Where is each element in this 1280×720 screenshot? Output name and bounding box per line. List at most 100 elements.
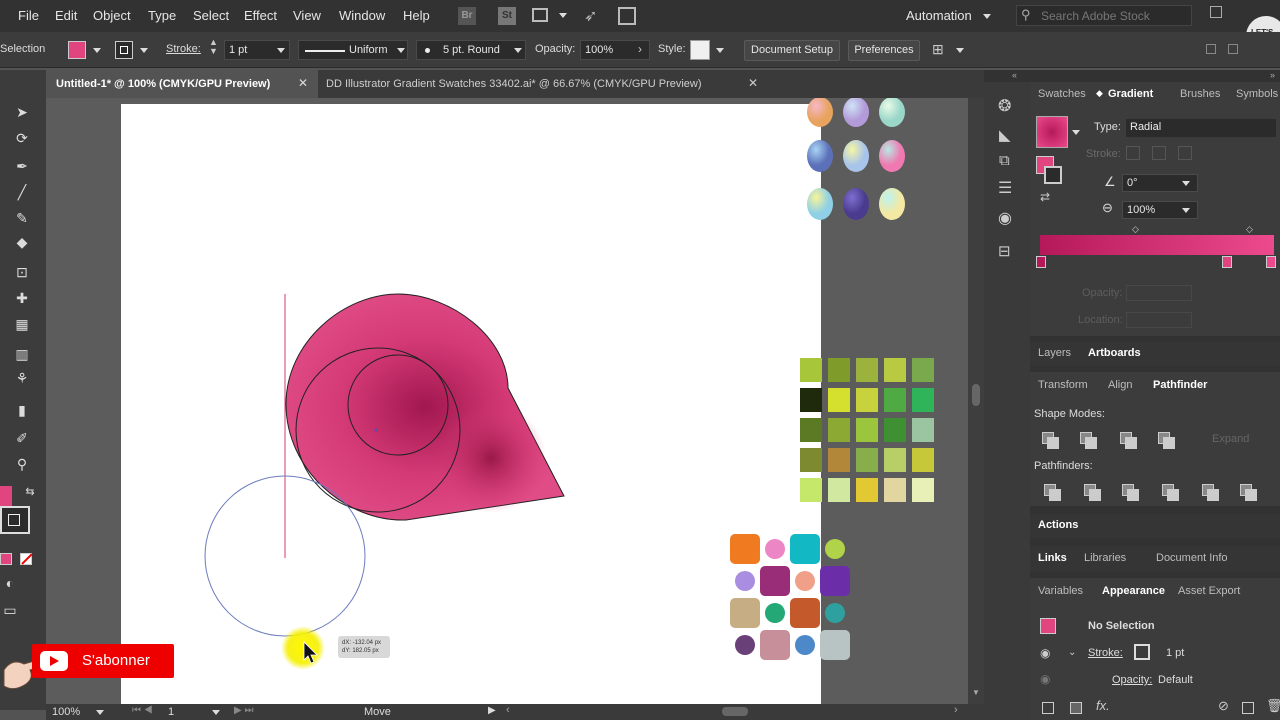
tab-asset-export[interactable]: Asset Export	[1178, 585, 1240, 597]
tab-variables[interactable]: Variables	[1038, 585, 1083, 597]
menu-help[interactable]: Help	[403, 8, 430, 23]
merge-icon[interactable]	[1122, 484, 1139, 501]
color-stop-mid[interactable]	[1222, 256, 1232, 268]
chevron-right-icon[interactable]: ›	[638, 42, 642, 56]
tab-symbols[interactable]: Symbols	[1236, 88, 1278, 100]
graphic-style-swatch[interactable]	[690, 40, 710, 60]
tab-gradient[interactable]: Gradient	[1108, 88, 1153, 100]
divide-icon[interactable]	[1044, 484, 1061, 501]
document-setup-button[interactable]: Document Setup	[744, 40, 840, 61]
panel-menu-icon[interactable]	[1206, 44, 1216, 54]
scroll-thumb[interactable]	[972, 384, 980, 406]
zoom-level[interactable]: 100%	[52, 706, 80, 718]
draw-mode-icon[interactable]: ◐	[0, 575, 20, 591]
add-fill-icon[interactable]	[1070, 702, 1082, 714]
panel-menu-icon[interactable]	[1228, 44, 1238, 54]
tab-actions[interactable]: Actions	[1038, 519, 1078, 531]
gradient-type-select[interactable]: Radial	[1126, 119, 1276, 137]
menu-type[interactable]: Type	[148, 8, 176, 23]
tab-links[interactable]: Links	[1038, 552, 1067, 564]
midpoint-marker[interactable]: ◇	[1132, 224, 1139, 235]
crop-icon[interactable]	[1162, 484, 1179, 501]
tab-align[interactable]: Align	[1108, 379, 1132, 391]
gradient-shape[interactable]	[285, 293, 565, 521]
line-tool-icon[interactable]: ╱	[12, 184, 32, 200]
tab-pathfinder[interactable]: Pathfinder	[1153, 379, 1207, 391]
none-mode-icon[interactable]	[20, 553, 33, 565]
preferences-button[interactable]: Preferences	[848, 40, 920, 61]
stroke-color-box[interactable]	[0, 506, 30, 534]
appearance-stroke-label[interactable]: Stroke:	[1088, 647, 1123, 659]
appearance-stroke-value[interactable]: 1 pt	[1166, 647, 1184, 659]
eyedropper-tool-icon[interactable]: ✐	[12, 430, 32, 446]
tab-brushes[interactable]: Brushes	[1180, 88, 1220, 100]
minus-front-icon[interactable]	[1080, 432, 1097, 449]
outline-icon[interactable]	[1202, 484, 1219, 501]
midpoint-marker[interactable]: ◇	[1246, 224, 1253, 235]
exclude-icon[interactable]	[1158, 432, 1175, 449]
first-artboard-icon[interactable]: ⏮ ◀	[132, 705, 153, 716]
blend-tool-icon[interactable]: ⚘	[12, 370, 32, 386]
paintbrush-tool-icon[interactable]: ✎	[12, 210, 32, 226]
menu-view[interactable]: View	[293, 8, 321, 23]
appearance-icon[interactable]: ⧉	[999, 152, 1010, 169]
align-icon[interactable]: ⊞	[932, 41, 944, 58]
menu-object[interactable]: Object	[93, 8, 131, 23]
appearance-opacity-label[interactable]: Opacity:	[1112, 674, 1152, 686]
tab-untitled-1[interactable]: Untitled-1* @ 100% (CMYK/GPU Preview)	[46, 70, 318, 98]
selection-tool-icon[interactable]: ➤	[12, 104, 32, 120]
gradient-preview-swatch[interactable]	[1036, 116, 1068, 148]
color-stop-end[interactable]	[1266, 256, 1276, 268]
collapse-panels-icon[interactable]: «	[1012, 70, 1017, 80]
menu-effect[interactable]: Effect	[244, 8, 277, 23]
stock-button[interactable]: St	[498, 7, 516, 25]
gpu-performance-icon[interactable]: ➶	[584, 6, 597, 26]
tab-appearance[interactable]: Appearance	[1102, 585, 1165, 597]
menu-window[interactable]: Window	[339, 8, 385, 23]
perspective-grid-tool-icon[interactable]: ▦	[12, 316, 32, 332]
color-stop-start[interactable]	[1036, 256, 1046, 268]
tab-document-info[interactable]: Document Info	[1156, 552, 1228, 564]
publish-icon[interactable]	[618, 7, 636, 25]
add-stroke-icon[interactable]	[1042, 702, 1054, 714]
stock-search-input[interactable]: ⚲ Search Adobe Stock	[1016, 5, 1192, 26]
variable-width-profile[interactable]: Uniform	[298, 40, 408, 60]
brushes-icon[interactable]: ◣	[999, 126, 1011, 144]
puppet-warp-tool-icon[interactable]: ✚	[12, 290, 32, 306]
fill-swatch[interactable]	[68, 41, 86, 59]
stroke-swatch[interactable]	[115, 41, 133, 59]
reverse-gradient-icon[interactable]: ⇄	[1040, 190, 1050, 204]
tab-swatches[interactable]: Swatches	[1038, 88, 1086, 100]
arrange-documents-icon[interactable]	[532, 8, 548, 22]
canvas-area[interactable]: dX: -132.04 px dY: 182.05 px	[46, 98, 968, 704]
scroll-down-icon[interactable]: ▼	[972, 688, 980, 697]
stroke-indicator[interactable]	[1044, 166, 1062, 184]
transparency-icon[interactable]: ◉	[998, 208, 1012, 228]
vertical-scrollbar[interactable]: ▼	[968, 98, 984, 704]
stroke-stepper-icon[interactable]: ▲ ▼	[209, 38, 218, 56]
visibility-eye-icon[interactable]: ◉	[1040, 672, 1050, 686]
color-guide-icon[interactable]: ❂	[998, 96, 1011, 116]
stroke-label[interactable]: Stroke:	[166, 43, 201, 55]
direct-selection-tool-icon[interactable]: ⟳	[12, 130, 32, 146]
menu-edit[interactable]: Edit	[55, 8, 77, 23]
workspace-switcher[interactable]: Automation	[906, 8, 972, 23]
tab-gradient-swatches[interactable]: DD Illustrator Gradient Swatches 33402.a…	[316, 70, 766, 98]
tab-libraries[interactable]: Libraries	[1084, 552, 1126, 564]
tab-layers[interactable]: Layers	[1038, 347, 1071, 359]
trim-icon[interactable]	[1084, 484, 1101, 501]
swap-colors-icon[interactable]: ⇆	[20, 484, 40, 500]
close-icon[interactable]: ✕	[748, 76, 758, 90]
unite-icon[interactable]	[1042, 432, 1059, 449]
free-transform-tool-icon[interactable]: ⊡	[12, 264, 32, 280]
stroke-panel-icon[interactable]: ☰	[998, 178, 1012, 198]
eraser-tool-icon[interactable]: ◆	[12, 234, 32, 250]
menu-file[interactable]: File	[18, 8, 39, 23]
clear-appearance-icon[interactable]: ⊘	[1218, 698, 1229, 714]
hscroll-left-icon[interactable]: ‹	[506, 704, 510, 716]
artboards-icon[interactable]: ⊟	[998, 242, 1011, 260]
intersect-icon[interactable]	[1120, 432, 1137, 449]
restore-icon[interactable]	[1210, 6, 1222, 18]
last-artboard-icon[interactable]: ▶ ⏭	[234, 705, 253, 716]
gradient-tool-icon[interactable]: ▥	[12, 346, 32, 362]
